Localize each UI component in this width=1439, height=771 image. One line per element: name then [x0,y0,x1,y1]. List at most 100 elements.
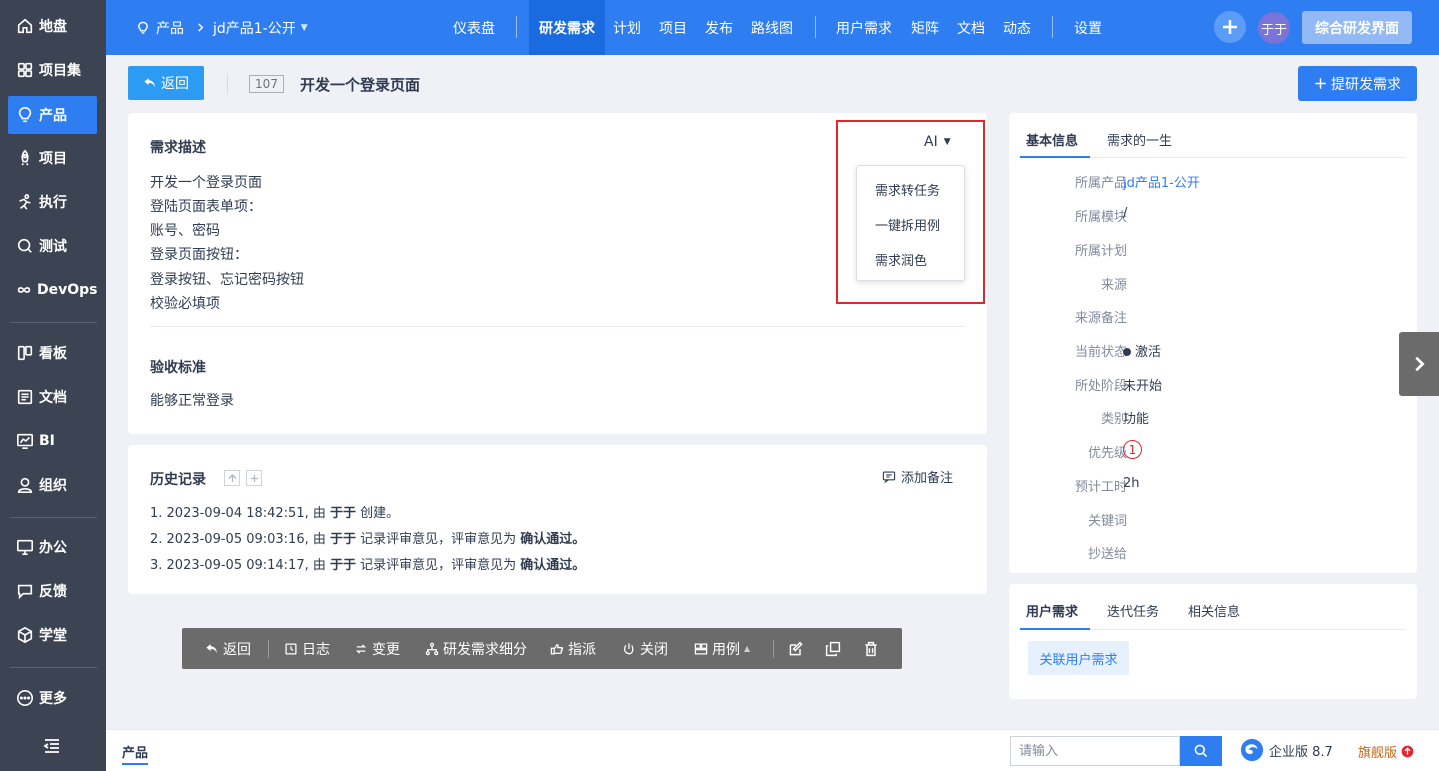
history-entry-result: 确认通过。 [520,558,586,573]
nav-release[interactable]: 发布 [705,0,733,55]
description-line: 账号、密码 [150,223,220,239]
sidebar-item-kanban[interactable]: 看板 [8,334,97,372]
upgrade-label: 旗舰版 [1358,746,1398,761]
sidebar-item-feedback[interactable]: 反馈 [8,572,97,610]
info-card [1009,113,1417,573]
tab-related-info[interactable]: 相关信息 [1188,601,1240,620]
back-button[interactable]: 返回 [128,66,204,100]
info-product-link[interactable]: jd产品1-公开 [1123,172,1200,191]
info-label: 所属计划 [1074,244,1127,259]
collapse-menu-icon[interactable] [42,736,64,756]
doc-icon [15,387,35,407]
link-user-requirement-button[interactable]: 关联用户需求 [1028,641,1129,675]
mode-switch-button[interactable]: 综合研发界面 [1302,11,1412,44]
search-button[interactable] [1180,736,1222,766]
copy-icon [825,641,841,657]
sidebar-item-label: 测试 [39,239,67,255]
ai-dropdown-toggle[interactable]: AI ▼ [924,134,951,150]
toolbar-log-button[interactable]: 日志 [284,628,330,669]
nav-story[interactable]: 研发需求 [529,0,605,55]
toolbar-back-button[interactable]: 返回 [205,628,251,669]
nav-roadmap[interactable]: 路线图 [751,0,793,55]
search-input[interactable] [1010,736,1180,766]
tab-iteration-tasks[interactable]: 迭代任务 [1107,601,1159,620]
divider [150,326,965,327]
nav-separator [1052,16,1053,38]
sidebar-item-org[interactable]: 组织 [8,466,97,504]
toolbar-copy-button[interactable] [825,628,841,669]
sidebar-item-more[interactable]: 更多 [8,679,97,717]
test-icon [15,236,35,256]
tab-story-lifecycle[interactable]: 需求的一生 [1107,130,1172,149]
sidebar-item-bi[interactable]: BI [8,422,97,460]
menu-item-polish-story[interactable]: 需求润色 [875,250,927,269]
sidebar-item-project[interactable]: 项目 [8,139,97,177]
nav-project[interactable]: 项目 [659,0,687,55]
sidebar-item-execution[interactable]: 执行 [8,183,97,221]
history-card: 历史记录 添加备注 1. 2023-09-04 18:42:51, 由 于于 创… [128,445,987,594]
description-line: 校验必填项 [150,296,220,312]
expand-panel-button[interactable] [1399,332,1439,396]
sidebar-item-academy[interactable]: 学堂 [8,616,97,654]
toolbar-delete-button[interactable] [863,628,879,669]
toolbar-subdivide-button[interactable]: 研发需求细分 [425,628,527,669]
sort-up-icon[interactable] [224,470,240,486]
description-line: 登录按钮、忘记密码按钮 [150,272,304,288]
toolbar-case-button[interactable]: 用例 ▲ [694,628,750,669]
avatar[interactable]: 于于 [1258,12,1290,44]
breadcrumb-product[interactable]: 产品 [136,0,184,55]
menu-item-story-to-task[interactable]: 需求转任务 [875,180,940,199]
acceptance-title: 验收标准 [150,360,206,376]
history-entry: 3. 2023-09-05 09:14:17, 由 于于 记录评审意见，评审意见… [150,554,585,573]
sidebar-item-programs[interactable]: 项目集 [8,51,97,89]
more-icon [15,688,35,708]
active-tab-indicator [1020,628,1090,630]
history-entry-user: 于于 [330,532,357,547]
upgrade-link[interactable]: 旗舰版 [1358,742,1414,761]
nav-doc[interactable]: 文档 [957,0,985,55]
create-story-button[interactable]: 提研发需求 [1298,66,1417,101]
description-line: 登陆页面表单项： [150,199,262,215]
nav-matrix[interactable]: 矩阵 [911,0,939,55]
arrow-up-circle-icon [1401,745,1414,758]
quick-create-button[interactable] [1214,11,1246,43]
toolbar-close-button[interactable]: 关闭 [622,628,668,669]
menu-item-split-cases[interactable]: 一键拆用例 [875,215,940,234]
expand-all-icon[interactable] [246,470,262,486]
footer-tab-product[interactable]: 产品 [122,742,149,765]
sidebar-item-label: 产品 [39,108,67,124]
sidebar-item-label: 组织 [39,478,67,494]
footer-bar: 产品 企业版 8.7 旗舰版 [106,729,1439,771]
nav-dashboard[interactable]: 仪表盘 [453,0,495,55]
sidebar-item-devops[interactable]: DevOps [8,271,98,309]
sidebar-item-oa[interactable]: 办公 [8,528,97,566]
action-toolbar: 返回 日志 变更 研发需求细分 指派 关闭 用例 ▲ [182,628,902,669]
sidebar-item-label: DevOps [37,282,98,298]
subdivide-icon [425,642,439,656]
caret-up-icon: ▲ [744,644,751,653]
info-value: 功能 [1123,412,1150,427]
nav-dynamic[interactable]: 动态 [1003,0,1031,55]
nav-settings[interactable]: 设置 [1074,0,1102,55]
tab-user-requirement[interactable]: 用户需求 [1026,601,1078,620]
sidebar-item-test[interactable]: 测试 [8,227,97,265]
status-text: 激活 [1135,345,1162,360]
sidebar-item-doc[interactable]: 文档 [8,378,97,416]
add-note-button[interactable]: 添加备注 [882,467,953,486]
toolbar-change-button[interactable]: 变更 [354,628,400,669]
tab-basic-info[interactable]: 基本信息 [1026,130,1078,149]
info-value: 未开始 [1123,379,1163,394]
history-title: 历史记录 [150,472,206,488]
sidebar-item-product[interactable]: 产品 [8,96,97,134]
bi-icon [15,431,35,451]
info-label: 预计工时 [1074,480,1127,495]
sidebar-item-label: BI [39,433,55,449]
toolbar-assign-button[interactable]: 指派 [550,628,596,669]
back-arrow-icon [143,76,157,90]
product-switcher[interactable]: jd产品1-公开 ▼ [213,0,308,55]
toolbar-edit-button[interactable] [788,628,804,669]
nav-requirement[interactable]: 用户需求 [836,0,892,55]
nav-plan[interactable]: 计划 [613,0,641,55]
sidebar-item-dashboard[interactable]: 地盘 [8,7,97,45]
caret-down-icon: ▼ [300,22,308,33]
